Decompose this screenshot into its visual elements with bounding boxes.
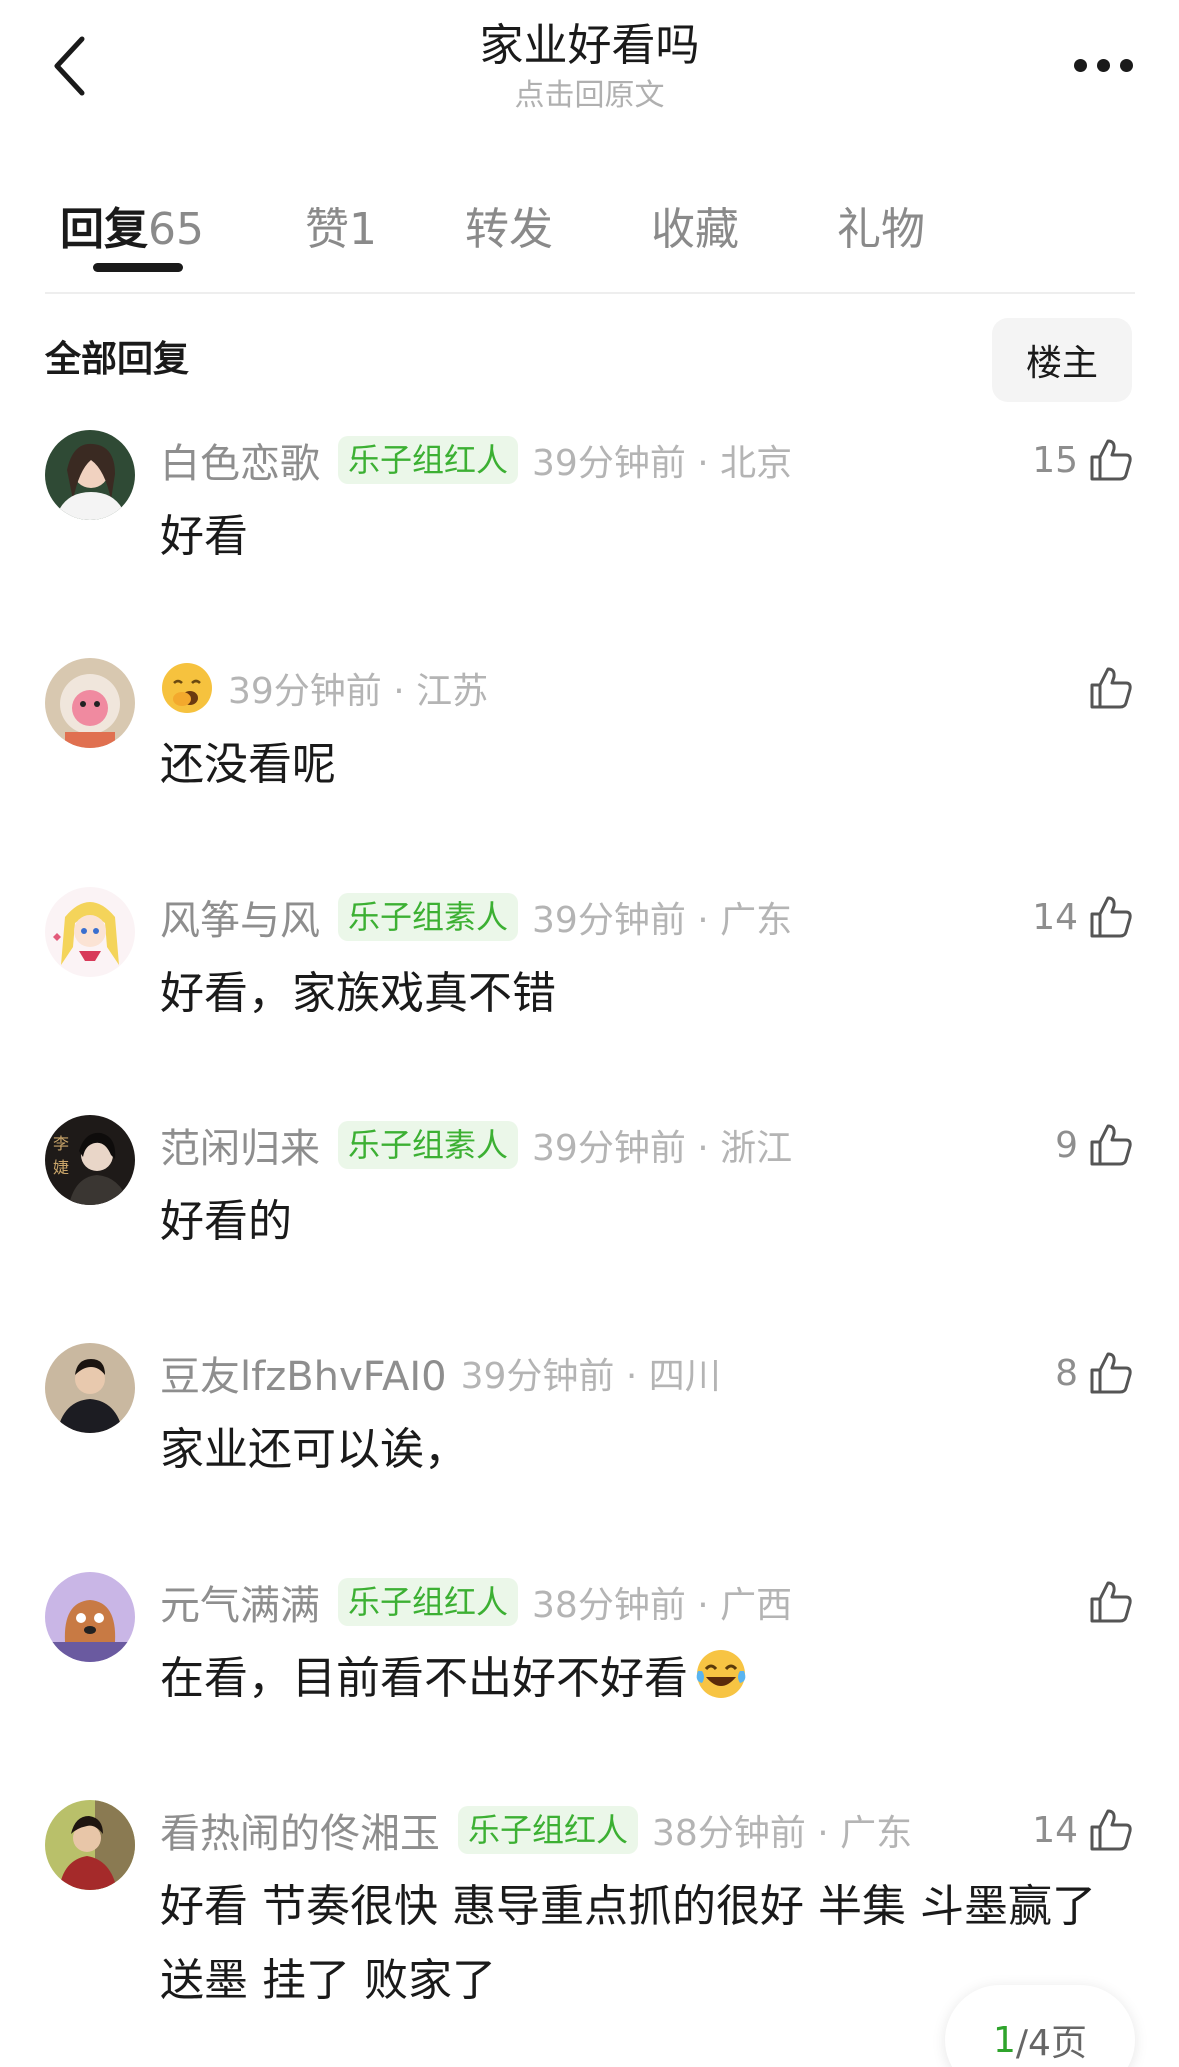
like-count: 14: [1032, 896, 1078, 938]
timestamp-location: 39分钟前 · 江苏: [228, 671, 489, 712]
comment-text: 在看，目前看不出好不好看: [160, 1642, 1140, 1716]
thumbs-up-icon: [1090, 439, 1132, 481]
page-indicator[interactable]: 1/4页: [945, 1985, 1135, 2067]
thumbs-up-icon: [1090, 1124, 1132, 1166]
tab-gifts[interactable]: 礼物: [837, 195, 925, 265]
like-button[interactable]: 15: [1032, 430, 1134, 490]
tab-divider: [45, 292, 1135, 294]
yawning-face-emoji-icon: [162, 663, 212, 713]
group-badge: 乐子组素人: [338, 1121, 519, 1169]
thumbs-up-icon: [1090, 1352, 1132, 1394]
tab-favorites[interactable]: 收藏: [651, 195, 739, 265]
timestamp-location: 39分钟前 · 广东: [532, 900, 793, 941]
page-title: 家业好看吗: [479, 20, 700, 71]
timestamp-location: 38分钟前 · 广西: [532, 1585, 793, 1626]
avatar[interactable]: [45, 1343, 135, 1433]
username[interactable]: 元气满满: [160, 1573, 320, 1631]
timestamp-location: 39分钟前 · 浙江: [532, 1128, 793, 1169]
comment-text: 还没看呢: [160, 739, 336, 790]
username[interactable]: 看热闹的佟湘玉: [160, 1801, 440, 1859]
username[interactable]: 白色恋歌: [160, 431, 320, 489]
avatar[interactable]: [45, 887, 135, 977]
like-button[interactable]: 14: [1032, 1800, 1134, 1860]
comment-text: 好看: [160, 511, 248, 562]
thumbs-up-icon: [1090, 896, 1132, 938]
nav-header: 家业好看吗 点击回原文: [0, 0, 1179, 150]
group-badge: 乐子组素人: [338, 893, 519, 941]
like-button[interactable]: 9: [1055, 1115, 1134, 1175]
timestamp-location: 39分钟前 · 北京: [532, 443, 793, 484]
comment-meta: 范闲归来 乐子组素人 39分钟前 · 浙江: [160, 1115, 792, 1175]
group-badge: 乐子组红人: [338, 1578, 519, 1626]
avatar[interactable]: 李婕: [45, 1115, 135, 1205]
svg-text:婕: 婕: [53, 1158, 69, 1177]
total-pages: /4页: [1015, 2023, 1087, 2064]
avatar[interactable]: [45, 658, 135, 748]
like-count: 9: [1055, 1124, 1078, 1166]
thumbs-up-icon: [1090, 667, 1132, 709]
comment-meta: 元气满满 乐子组红人 38分钟前 · 广西: [160, 1572, 792, 1632]
like-count: 8: [1055, 1352, 1078, 1394]
comment-meta: 白色恋歌 乐子组红人 39分钟前 · 北京: [160, 430, 792, 490]
comment-meta: 风筝与风 乐子组素人 39分钟前 · 广东: [160, 887, 792, 947]
tab-likes[interactable]: 赞1: [305, 195, 377, 265]
like-count: 14: [1032, 1809, 1078, 1851]
comment-meta: 39分钟前 · 江苏: [160, 658, 488, 718]
timestamp-location: 39分钟前 · 四川: [460, 1356, 721, 1397]
group-badge: 乐子组红人: [338, 436, 519, 484]
like-button[interactable]: [1088, 1572, 1134, 1632]
tab-bar: 回复65 赞1 转发 收藏 礼物: [45, 195, 1135, 275]
active-tab-indicator: [93, 263, 183, 272]
tab-replies[interactable]: 回复65: [60, 195, 204, 265]
comment-text: 好看的: [160, 1196, 292, 1247]
current-page: 1: [993, 2019, 1016, 2061]
avatar[interactable]: [45, 1800, 135, 1890]
comment-text: 家业还可以诶，: [160, 1424, 468, 1475]
username[interactable]: 风筝与风: [160, 888, 320, 946]
op-only-filter-button[interactable]: 楼主: [992, 318, 1132, 402]
section-title: 全部回复: [45, 339, 190, 380]
timestamp-location: 38分钟前 · 广东: [652, 1813, 913, 1854]
tab-reposts[interactable]: 转发: [465, 195, 553, 265]
tears-of-joy-emoji-icon: [696, 1650, 746, 1698]
back-to-post-link[interactable]: 点击回原文: [0, 76, 1179, 116]
username[interactable]: 豆友lfzBhvFAI0: [160, 1344, 447, 1402]
more-icon[interactable]: [1063, 40, 1143, 90]
avatar[interactable]: [45, 1572, 135, 1662]
like-button[interactable]: [1088, 658, 1134, 718]
comment-meta: 看热闹的佟湘玉 乐子组红人 38分钟前 · 广东: [160, 1800, 912, 1860]
comment-meta: 豆友lfzBhvFAI0 39分钟前 · 四川: [160, 1343, 721, 1403]
thumbs-up-icon: [1090, 1809, 1132, 1851]
username[interactable]: 范闲归来: [160, 1116, 320, 1174]
svg-text:李: 李: [53, 1134, 69, 1153]
like-button[interactable]: 14: [1032, 887, 1134, 947]
group-badge: 乐子组红人: [458, 1806, 639, 1854]
comment-text: 好看，家族戏真不错: [160, 968, 556, 1019]
title-block[interactable]: 家业好看吗 点击回原文: [0, 18, 1179, 116]
like-count: 15: [1032, 439, 1078, 481]
avatar[interactable]: [45, 430, 135, 520]
thumbs-up-icon: [1090, 1581, 1132, 1623]
like-button[interactable]: 8: [1055, 1343, 1134, 1403]
